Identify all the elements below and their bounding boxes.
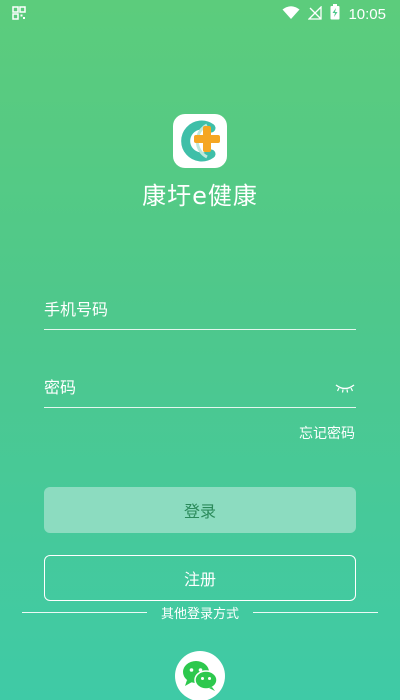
status-bar: 10:05 [0, 0, 400, 28]
register-button[interactable]: 注册 [44, 555, 356, 601]
password-input[interactable] [44, 378, 304, 397]
wechat-icon [183, 661, 218, 691]
app-logo [173, 114, 227, 168]
app-name: 康圩e健康 [142, 182, 258, 210]
qr-scan-icon [12, 5, 26, 24]
no-signal-icon [307, 4, 323, 24]
eye-closed-icon[interactable] [334, 381, 356, 395]
status-time: 10:05 [348, 5, 386, 23]
other-login-divider: 其他登录方式 [22, 603, 379, 622]
divider-line-left [22, 611, 147, 613]
divider-line-right [253, 611, 379, 613]
other-login-label: 其他登录方式 [161, 606, 240, 622]
phone-field [44, 290, 356, 330]
phone-input[interactable] [44, 300, 304, 319]
wifi-icon [282, 5, 300, 24]
login-button[interactable]: 登录 [44, 487, 356, 533]
app-logo-icon [181, 120, 220, 162]
wechat-login-button[interactable] [175, 651, 225, 700]
password-field [44, 368, 356, 408]
battery-charging-icon [330, 4, 340, 24]
forgot-password-link[interactable]: 忘记密码 [299, 423, 355, 443]
